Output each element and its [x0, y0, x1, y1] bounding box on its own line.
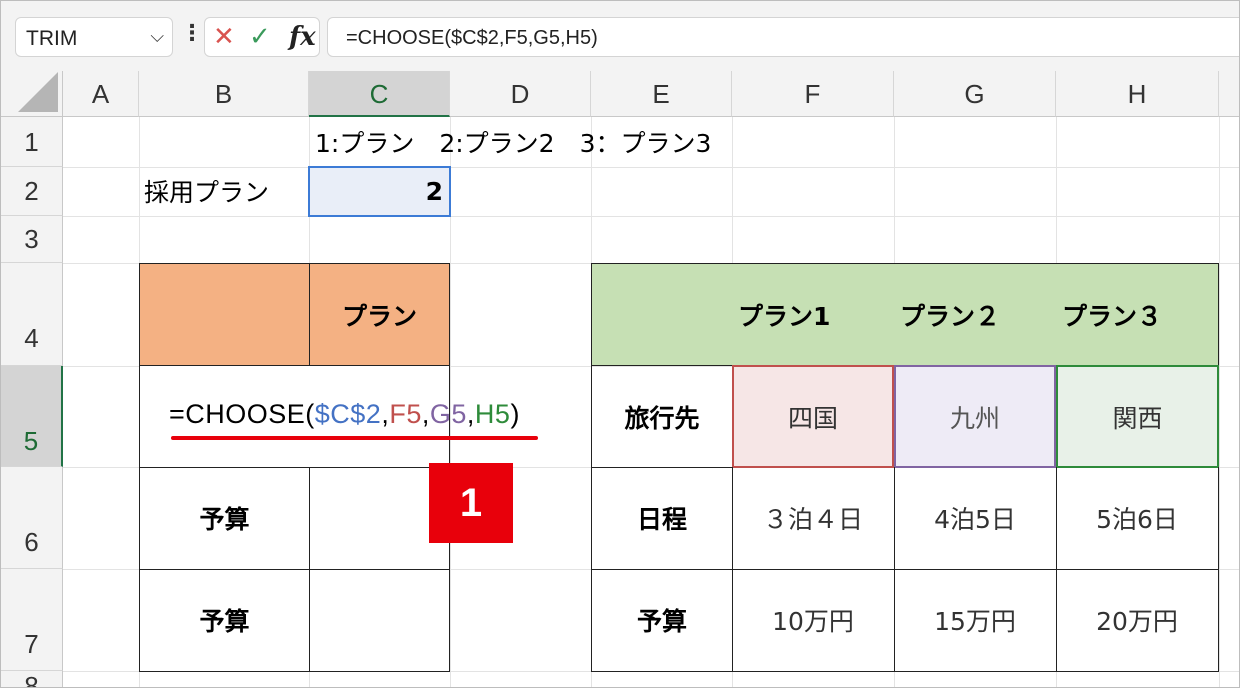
column-header-d[interactable]: D [450, 71, 591, 117]
cell-h7[interactable]: 20万円 [1056, 569, 1219, 672]
cell-f6[interactable]: ３泊４日 [732, 467, 895, 570]
cell-g7[interactable]: 15万円 [894, 569, 1057, 672]
cell-c2-value: 2 [425, 177, 443, 206]
cell-b7-budget-label[interactable]: 予算 [139, 569, 310, 672]
column-header-h[interactable]: H [1056, 71, 1219, 117]
cancel-x-icon[interactable]: ✕ [213, 22, 235, 52]
cell-e6-text: 日程 [636, 505, 687, 534]
step-badge: 1 [429, 463, 513, 543]
chevron-down-icon[interactable]: ⌵ [150, 26, 164, 47]
formula-close-paren: ) [510, 399, 520, 429]
cell-e7-budget-label[interactable]: 予算 [591, 569, 733, 672]
select-all-corner[interactable] [1, 71, 63, 117]
cell-c7[interactable] [309, 569, 450, 672]
cell-g6-text: 4泊5日 [934, 505, 1016, 534]
cell-g7-text: 15万円 [934, 607, 1016, 636]
column-header-g[interactable]: G [894, 71, 1056, 117]
formula-in-cell: =CHOOSE($C$2,F5,G5,H5) [169, 399, 520, 430]
name-box-value: TRIM [26, 27, 78, 50]
cell-f5-shikoku[interactable]: 四国 [732, 365, 894, 468]
column-header-a[interactable]: A [63, 71, 139, 117]
cell-g5-kyushu[interactable]: 九州 [894, 365, 1056, 468]
cell-f6-text: ３泊４日 [762, 505, 863, 534]
row-header-3[interactable]: 3 [1, 216, 63, 263]
cell-h7-text: 20万円 [1096, 607, 1178, 636]
row-header-1[interactable]: 1 [1, 117, 63, 167]
formula-ref-g5: G5 [429, 399, 467, 429]
cell-f7[interactable]: 10万円 [732, 569, 895, 672]
cell-g5-text: 九州 [949, 403, 1000, 433]
formula-ref-c2: $C$2 [314, 399, 382, 429]
excel-window: TRIM ⌵ ⋮ ✕ ✓ fx =CHOOSE($C$2,F5,G5,H5) A… [0, 0, 1240, 688]
column-header-b[interactable]: B [139, 71, 309, 117]
cell-h4-plan3[interactable]: プラン３ [1056, 263, 1219, 366]
row-header-6[interactable]: 6 [1, 467, 63, 569]
cell-c1-plan-legend[interactable]: 1:プラン 2:プラン2 3：プラン3 [315, 124, 711, 160]
name-box[interactable]: TRIM ⌵ [15, 17, 173, 57]
formula-ref-h5: H5 [474, 399, 511, 429]
red-underline [171, 436, 538, 440]
row-header-2[interactable]: 2 [1, 167, 63, 216]
cell-e5-text: 旅行先 [624, 403, 700, 433]
cell-b7-text: 予算 [199, 607, 250, 636]
cell-e7-text: 予算 [636, 607, 687, 636]
formula-ref-f5: F5 [389, 399, 422, 429]
cell-f7-text: 10万円 [772, 607, 854, 636]
cell-b2-label[interactable]: 採用プラン [144, 173, 269, 209]
cell-f5-text: 四国 [787, 403, 838, 433]
cell-g6[interactable]: 4泊5日 [894, 467, 1057, 570]
enter-check-icon[interactable]: ✓ [249, 22, 271, 52]
fx-icon[interactable]: fx [289, 22, 316, 52]
spreadsheet-grid: A B C D E F G H 1 2 3 4 5 6 7 8 1:プラン 2:… [1, 71, 1239, 687]
cell-e5-destination-label[interactable]: 旅行先 [591, 365, 733, 468]
cell-h6-text: 5泊6日 [1096, 505, 1178, 534]
row-header-8[interactable]: 8 [1, 671, 63, 687]
cell-h4-text: プラン３ [1062, 301, 1163, 331]
formula-text: =CHOOSE($C$2,F5,G5,H5) [346, 27, 598, 49]
cell-h5-text: 関西 [1112, 403, 1163, 433]
cell-f4-plan1[interactable]: プラン1 [732, 263, 895, 366]
cell-e6-schedule-label[interactable]: 日程 [591, 467, 733, 570]
formula-bar: TRIM ⌵ ⋮ ✕ ✓ fx =CHOOSE($C$2,F5,G5,H5) [1, 1, 1239, 71]
column-header-c[interactable]: C [309, 71, 450, 117]
column-header-e[interactable]: E [591, 71, 732, 117]
cell-c4-text: プラン [341, 301, 417, 331]
cell-b6-budget-label[interactable]: 予算 [139, 467, 310, 570]
cell-b6-text: 予算 [199, 505, 250, 534]
cell-c2-selected-plan[interactable]: 2 [308, 166, 451, 217]
cell-e4-header[interactable] [591, 263, 733, 366]
column-header-i[interactable] [1219, 71, 1239, 117]
cell-f4-text: プラン1 [738, 301, 831, 331]
cell-b4-header[interactable] [139, 263, 310, 366]
row-header-5[interactable]: 5 [1, 366, 63, 467]
row-header-4[interactable]: 4 [1, 263, 63, 366]
formula-buttons: ✕ ✓ fx [204, 17, 320, 57]
cell-c4-plan-header[interactable]: プラン [309, 263, 450, 366]
formula-func: =CHOOSE( [169, 399, 315, 429]
formula-comma: , [466, 399, 475, 429]
cell-h5-kansai[interactable]: 関西 [1056, 365, 1219, 468]
cell-g4-plan2[interactable]: プラン２ [894, 263, 1057, 366]
cell-h6[interactable]: 5泊6日 [1056, 467, 1219, 570]
more-options-icon[interactable]: ⋮ [181, 21, 203, 46]
cell-g4-text: プラン２ [900, 301, 1001, 331]
row-header-7[interactable]: 7 [1, 569, 63, 671]
formula-comma: , [421, 399, 430, 429]
formula-input[interactable]: =CHOOSE($C$2,F5,G5,H5) [327, 17, 1239, 57]
column-header-f[interactable]: F [732, 71, 894, 117]
